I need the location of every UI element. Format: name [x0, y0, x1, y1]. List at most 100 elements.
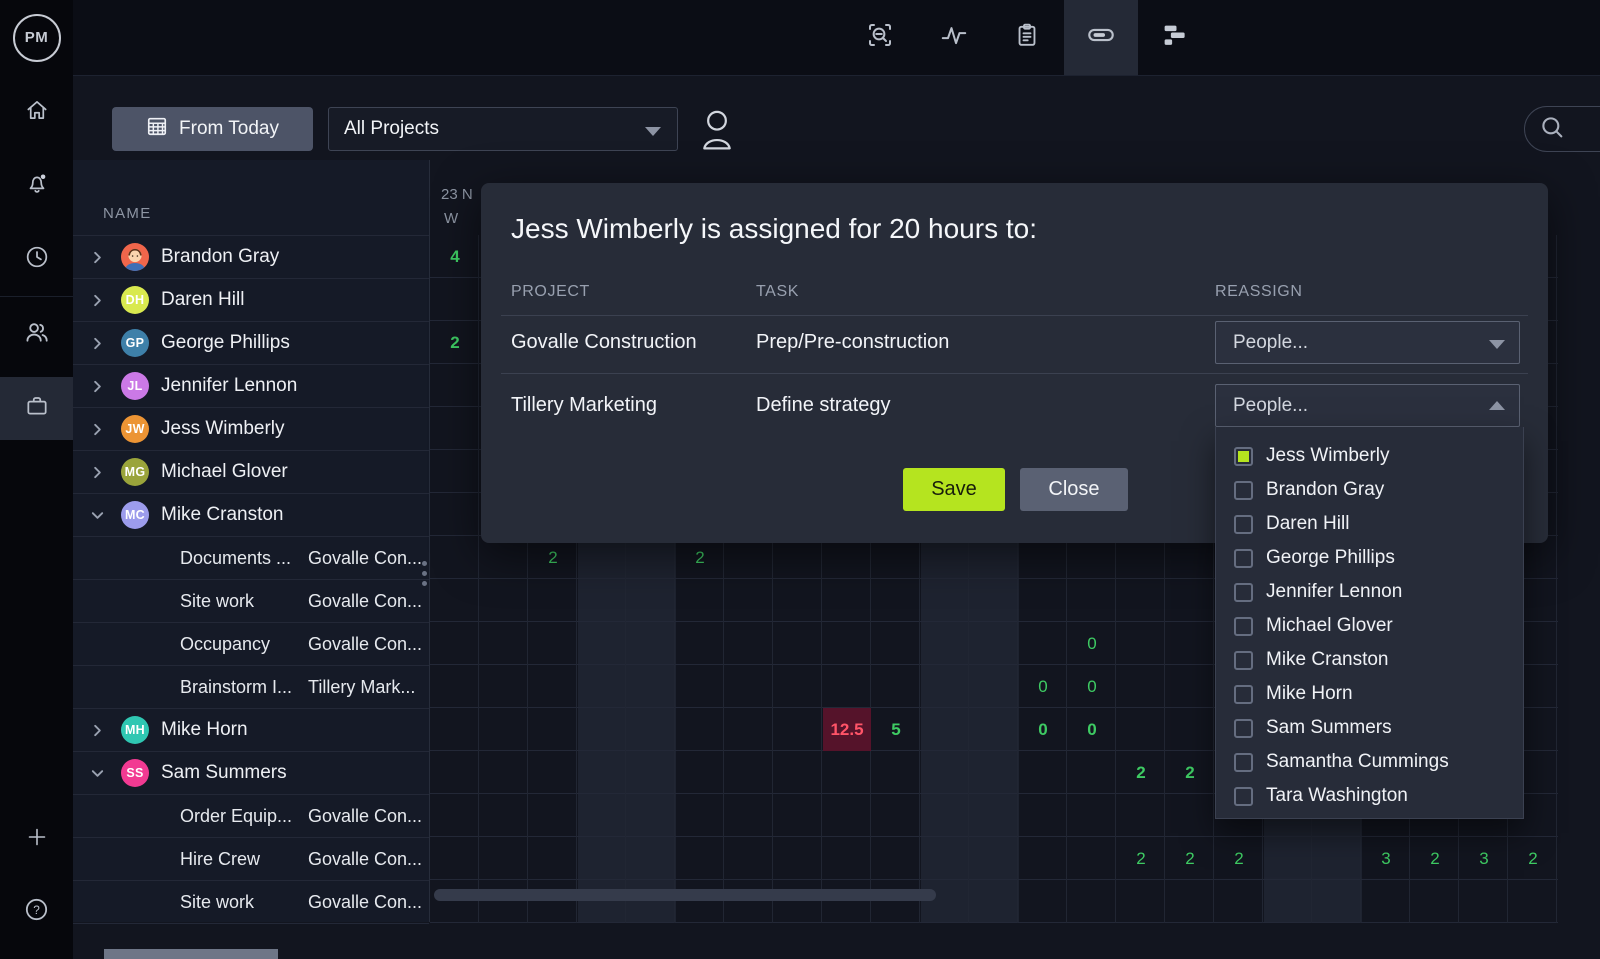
modal-title: Jess Wimberly is assigned for 20 hours t… — [511, 213, 1037, 245]
workload-cell[interactable]: 2 — [1117, 751, 1165, 794]
task-row[interactable]: Hire CrewGovalle Con... — [73, 838, 429, 881]
workload-cell[interactable]: 3 — [1362, 837, 1410, 880]
chevron-right-icon[interactable] — [90, 723, 106, 739]
people-option-label: George Phillips — [1266, 547, 1395, 569]
people-option[interactable]: Jennifer Lennon — [1216, 575, 1523, 609]
workload-cell[interactable]: 2 — [1509, 837, 1557, 880]
people-option-label: Michael Glover — [1266, 615, 1393, 637]
checkbox[interactable] — [1234, 549, 1253, 568]
person-row[interactable]: MGMichael Glover — [73, 451, 429, 494]
people-option[interactable]: Brandon Gray — [1216, 473, 1523, 507]
checkbox[interactable] — [1234, 685, 1253, 704]
workload-cell[interactable]: 2 — [1117, 837, 1165, 880]
person-row[interactable]: JLJennifer Lennon — [73, 365, 429, 408]
person-row[interactable]: JWJess Wimberly — [73, 408, 429, 451]
chevron-right-icon[interactable] — [90, 422, 106, 438]
week-column-header: 23 N — [441, 186, 473, 203]
toolbar-tab-workload[interactable] — [1064, 0, 1138, 75]
workload-cell[interactable]: 0 — [1068, 708, 1116, 751]
from-today-button[interactable]: From Today — [112, 107, 313, 151]
toolbar-tab-activity[interactable] — [917, 0, 991, 75]
panel-resize-handle[interactable] — [422, 556, 427, 591]
checkbox[interactable] — [1234, 583, 1253, 602]
person-row[interactable]: GPGeorge Phillips — [73, 322, 429, 365]
people-option[interactable]: Samantha Cummings — [1216, 745, 1523, 779]
workload-cell[interactable]: 0 — [1019, 665, 1067, 708]
workload-cell[interactable]: 2 — [431, 321, 479, 364]
chevron-right-icon[interactable] — [90, 336, 106, 352]
workload-cell[interactable]: 4 — [431, 235, 479, 278]
task-row[interactable]: Brainstorm I...Tillery Mark... — [73, 666, 429, 709]
projects-filter-select[interactable]: All Projects — [328, 107, 678, 151]
horizontal-scrollbar[interactable] — [434, 889, 936, 901]
people-option[interactable]: George Phillips — [1216, 541, 1523, 575]
checkbox[interactable] — [1234, 719, 1253, 738]
sidebar-item-portfolio[interactable] — [0, 377, 73, 440]
chevron-down-icon[interactable] — [90, 766, 106, 782]
search-input[interactable] — [1524, 106, 1600, 152]
person-name: Mike Cranston — [161, 504, 284, 526]
sidebar-item-help[interactable]: ? — [0, 884, 73, 940]
chevron-right-icon[interactable] — [90, 379, 106, 395]
chevron-right-icon[interactable] — [90, 250, 106, 266]
person-row[interactable]: SSSam Summers — [73, 752, 429, 795]
person-row[interactable]: DHDaren Hill — [73, 279, 429, 322]
task-name: Order Equip... — [180, 806, 292, 827]
reassign-select-2[interactable]: People... — [1215, 384, 1520, 427]
search-icon — [1538, 113, 1566, 146]
workload-cell[interactable]: 0 — [1019, 708, 1067, 751]
people-option-label: Sam Summers — [1266, 717, 1392, 739]
workload-cell[interactable]: 2 — [1166, 751, 1214, 794]
chevron-down-icon — [645, 127, 661, 136]
task-row[interactable]: Order Equip...Govalle Con... — [73, 795, 429, 838]
chevron-right-icon[interactable] — [90, 465, 106, 481]
people-option[interactable]: Sam Summers — [1216, 711, 1523, 745]
workload-cell[interactable]: 12.5 — [823, 708, 871, 751]
workload-cell[interactable]: 2 — [1215, 837, 1263, 880]
assignee-filter-icon[interactable] — [699, 108, 735, 155]
checkbox[interactable] — [1234, 481, 1253, 500]
people-option[interactable]: Tara Washington — [1216, 779, 1523, 813]
workload-cell[interactable]: 5 — [872, 708, 920, 751]
workload-cell[interactable]: 0 — [1068, 622, 1116, 665]
sidebar-item-home[interactable] — [0, 84, 73, 140]
task-row[interactable]: OccupancyGovalle Con... — [73, 623, 429, 666]
chevron-right-icon[interactable] — [90, 293, 106, 309]
task-row[interactable]: Site workGovalle Con... — [73, 881, 429, 924]
checkbox[interactable] — [1234, 787, 1253, 806]
workload-cell[interactable]: 2 — [1411, 837, 1459, 880]
sidebar-item-clock[interactable] — [0, 231, 73, 287]
people-option[interactable]: Mike Cranston — [1216, 643, 1523, 677]
person-row[interactable]: Brandon Gray — [73, 236, 429, 279]
checkbox[interactable] — [1234, 617, 1253, 636]
sidebar-item-plus[interactable] — [0, 811, 73, 867]
toolbar-tab-zoom-search[interactable] — [843, 0, 917, 75]
toolbar-tab-report[interactable] — [990, 0, 1064, 75]
person-row[interactable]: MCMike Cranston — [73, 494, 429, 537]
people-option[interactable]: Michael Glover — [1216, 609, 1523, 643]
cutoff-bottom-button[interactable] — [104, 949, 278, 959]
checkbox[interactable] — [1234, 651, 1253, 670]
sidebar-item-bell[interactable] — [0, 157, 73, 213]
task-row[interactable]: Site workGovalle Con... — [73, 580, 429, 623]
people-option[interactable]: Jess Wimberly — [1216, 439, 1523, 473]
reassign-select-1[interactable]: People... — [1215, 321, 1520, 364]
chevron-down-icon[interactable] — [90, 508, 106, 524]
task-row[interactable]: Documents ...Govalle Con... — [73, 537, 429, 580]
workload-cell[interactable]: 3 — [1460, 837, 1508, 880]
checkbox[interactable] — [1234, 515, 1253, 534]
toolbar-tab-roadmap[interactable] — [1137, 0, 1211, 75]
checkbox[interactable] — [1234, 447, 1253, 466]
checkbox[interactable] — [1234, 753, 1253, 772]
roadmap-icon — [1159, 20, 1189, 55]
close-button[interactable]: Close — [1020, 468, 1128, 511]
people-option[interactable]: Daren Hill — [1216, 507, 1523, 541]
person-row[interactable]: MHMike Horn — [73, 709, 429, 752]
app-logo[interactable]: PM — [0, 0, 73, 75]
workload-cell[interactable]: 0 — [1068, 665, 1116, 708]
person-name: Jess Wimberly — [161, 418, 285, 440]
save-button[interactable]: Save — [903, 468, 1005, 511]
people-option[interactable]: Mike Horn — [1216, 677, 1523, 711]
workload-cell[interactable]: 2 — [1166, 837, 1214, 880]
sidebar-item-team[interactable] — [0, 306, 73, 362]
